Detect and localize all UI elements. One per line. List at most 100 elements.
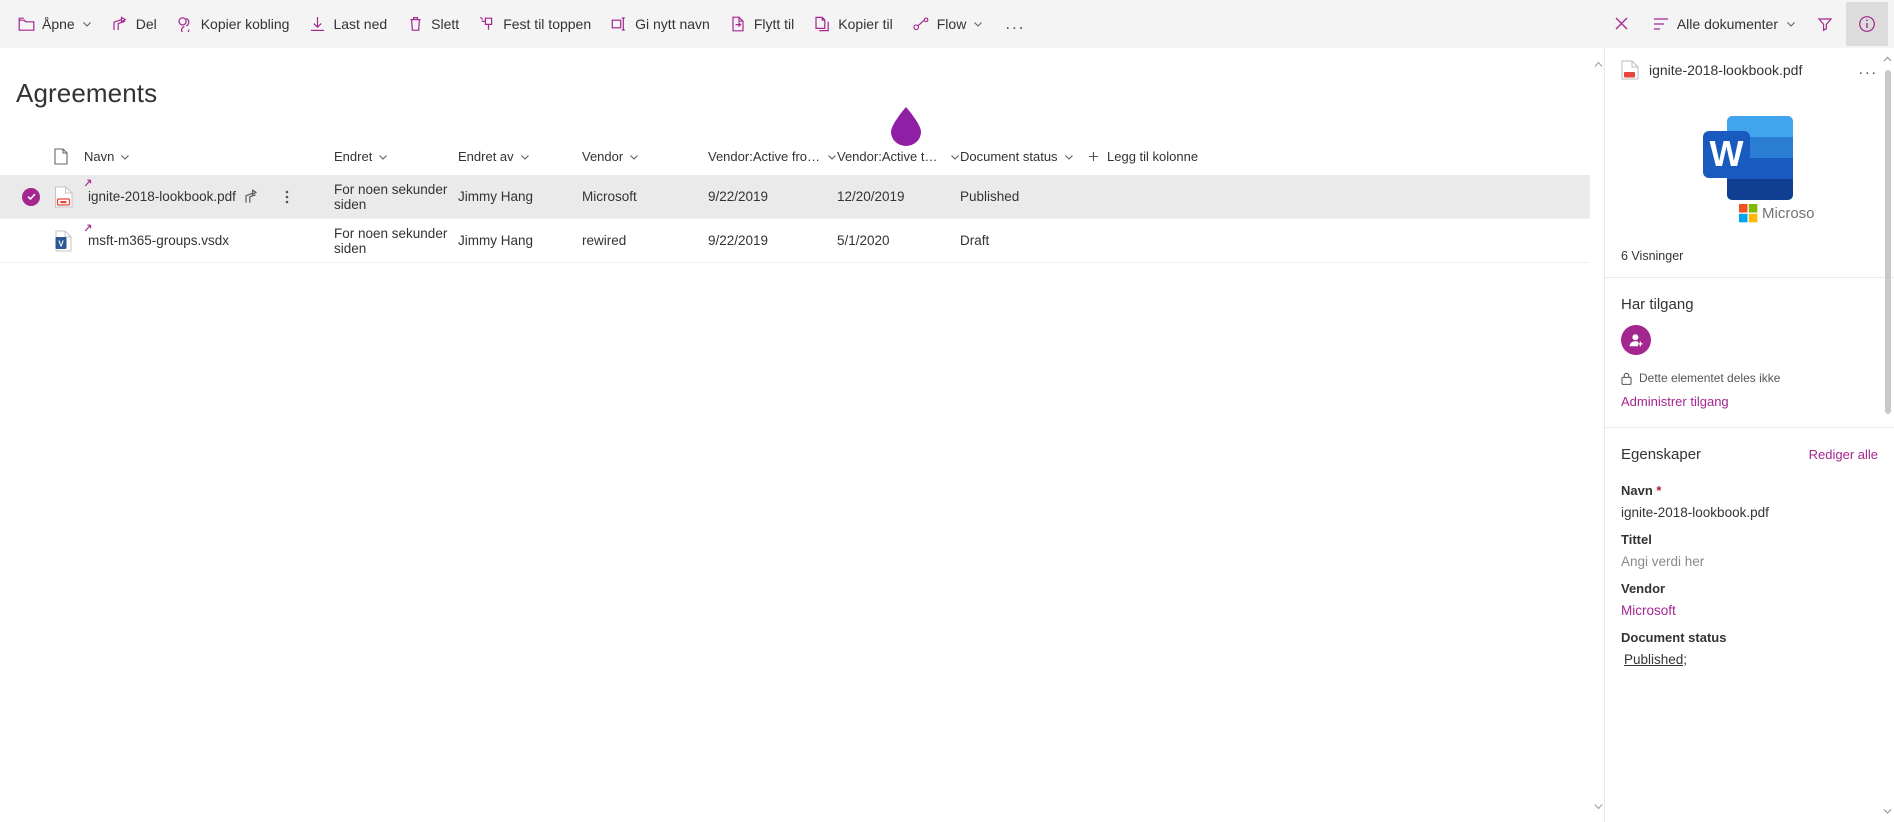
scroll-down-icon[interactable]	[1591, 798, 1605, 814]
property-value[interactable]: Published;	[1621, 645, 1878, 667]
property-navn: Navn * ignite-2018-lookbook.pdf	[1621, 471, 1878, 520]
chevron-down-icon	[1787, 21, 1795, 27]
command-label: Del	[135, 15, 157, 32]
list-scrollbar[interactable]	[1590, 48, 1604, 822]
column-header-active-from[interactable]: Vendor:Active from...	[708, 149, 837, 164]
word-document-icon: W Microsoft	[1685, 108, 1823, 233]
property-value[interactable]: Microsoft	[1621, 596, 1878, 618]
document-list-pane: Agreements Navn Endret Endret av Vendor …	[0, 48, 1590, 822]
close-button[interactable]	[1601, 2, 1643, 46]
chevron-down-icon	[974, 21, 983, 27]
column-header-name[interactable]: Navn	[84, 149, 334, 164]
table-header-row: Navn Endret Endret av Vendor Vendor:Acti…	[0, 139, 1590, 175]
sharepoint-document-library: Åpne Del Kopier kobling Last ned Slett Fest t…	[0, 0, 1894, 822]
list-scroll-track[interactable]	[1594, 70, 1602, 800]
column-header-modified[interactable]: Endret	[334, 149, 458, 164]
document-table: Navn Endret Endret av Vendor Vendor:Acti…	[0, 139, 1590, 263]
command-kopier-til[interactable]: Kopier til	[804, 4, 902, 44]
property-label: Document status	[1621, 630, 1878, 645]
trash-icon	[407, 15, 424, 32]
property-document-status: Document status Published;	[1621, 618, 1878, 667]
property-label-text: Vendor	[1621, 581, 1666, 596]
column-header-modified-by[interactable]: Endret av	[458, 149, 582, 164]
microsoft-wordmark: Microsoft	[1762, 205, 1815, 222]
details-scroll-up-icon[interactable]	[1881, 52, 1894, 66]
row-name-cell[interactable]: ignite-2018-lookbook.pdf	[84, 179, 334, 206]
pdf-file-icon	[55, 186, 73, 207]
row-select-checkbox[interactable]	[22, 232, 54, 250]
property-label-text: Tittel	[1621, 532, 1652, 547]
details-title: ignite-2018-lookbook.pdf	[1649, 62, 1803, 78]
properties-section: Egenskaper Rediger alle Navn * ignite-201…	[1605, 428, 1894, 667]
column-header-active-to[interactable]: Vendor:Active to D...	[837, 149, 960, 164]
details-scroll-thumb[interactable]	[1885, 70, 1891, 414]
edit-all-link[interactable]: Rediger alle	[1809, 447, 1878, 462]
manage-access-link[interactable]: Administrer tilgang	[1621, 385, 1729, 409]
command-label: Slett	[431, 15, 460, 32]
required-asterisk: *	[1656, 483, 1662, 498]
row-name-cell[interactable]: msft-m365-groups.vsdx	[84, 224, 334, 248]
pdf-file-icon	[1621, 60, 1639, 80]
column-header-modified-by-label: Endret av	[458, 149, 514, 164]
visio-file-icon: V	[55, 230, 72, 251]
new-item-flag-icon	[84, 179, 92, 186]
column-header-document-status-label: Document status	[960, 149, 1058, 164]
access-section: Har tilgang Dette elementet deles ikke A…	[1605, 278, 1894, 411]
command-label: Kopier til	[838, 15, 893, 32]
column-header-vendor[interactable]: Vendor	[582, 149, 708, 164]
property-value[interactable]: Angi verdi her	[1621, 547, 1878, 569]
row-status: Published	[960, 189, 1020, 204]
details-scrollbar[interactable]	[1881, 48, 1894, 822]
add-person-avatar[interactable]	[1621, 325, 1651, 355]
file-name-link[interactable]: ignite-2018-lookbook.pdf	[84, 189, 236, 204]
not-shared-status: Dette elementet deles ikke	[1621, 355, 1878, 385]
row-active-from: 9/22/2019	[708, 189, 769, 204]
views-count: 6 Visninger	[1621, 249, 1684, 263]
property-label: Tittel	[1621, 532, 1878, 547]
row-modified-by: Jimmy Hang	[458, 189, 534, 204]
command-fest-til-toppen[interactable]: Fest til toppen	[469, 4, 601, 44]
plus-icon	[1089, 152, 1098, 161]
command-slett[interactable]: Slett	[397, 4, 469, 44]
properties-list: Navn * ignite-2018-lookbook.pdf Tittel Angi…	[1621, 471, 1878, 667]
table-row[interactable]: Vmsft-m365-groups.vsdx For noen sekunder …	[0, 219, 1590, 263]
chevron-down-icon	[951, 154, 959, 160]
property-value[interactable]: ignite-2018-lookbook.pdf	[1621, 498, 1878, 520]
command-flytt-til[interactable]: Flytt til	[720, 4, 804, 44]
filter-button[interactable]	[1804, 2, 1846, 46]
overflow-commands-button[interactable]: ...	[993, 4, 1037, 44]
command-kopier-kobling[interactable]: Kopier kobling	[167, 4, 300, 44]
file-preview[interactable]: W Microsoft	[1605, 92, 1894, 239]
column-header-document-status[interactable]: Document status	[960, 149, 1088, 164]
link-icon	[177, 15, 194, 32]
properties-heading: Egenskaper	[1621, 446, 1702, 463]
info-icon	[1859, 15, 1875, 32]
view-selector[interactable]: Alle dokumenter	[1643, 4, 1804, 44]
row-vendor: rewired	[582, 233, 627, 248]
row-more-button[interactable]	[278, 188, 296, 206]
command-label: Flow	[936, 15, 967, 32]
file-type-header[interactable]	[54, 148, 84, 165]
command-del[interactable]: Del	[102, 4, 167, 44]
table-row[interactable]: ignite-2018-lookbook.pdf For noen sekunde…	[0, 175, 1590, 219]
row-modified: For noen sekunder siden	[334, 181, 448, 212]
command-last-ned[interactable]: Last ned	[299, 4, 397, 44]
row-select-checkbox[interactable]	[22, 187, 54, 206]
file-name-link[interactable]: msft-m365-groups.vsdx	[84, 233, 229, 248]
add-column-button[interactable]: Legg til kolonne	[1088, 149, 1198, 164]
property-label: Vendor	[1621, 581, 1878, 596]
details-scroll-down-icon[interactable]	[1881, 804, 1894, 818]
details-more-button[interactable]: ...	[1853, 61, 1884, 79]
row-share-button[interactable]	[244, 188, 262, 206]
command-label: Last ned	[333, 15, 388, 32]
chevron-down-icon	[1064, 154, 1073, 160]
property-tittel: Tittel Angi verdi her	[1621, 520, 1878, 569]
details-pane-button[interactable]	[1846, 1, 1888, 46]
row-active-to: 12/20/2019	[837, 189, 905, 204]
move-icon	[730, 15, 747, 32]
download-icon	[309, 15, 326, 32]
command-pne[interactable]: Åpne	[8, 4, 102, 44]
command-flow[interactable]: Flow	[903, 4, 994, 44]
command-gi-nytt-navn[interactable]: Gi nytt navn	[601, 4, 720, 44]
microsoft-logo-icon	[1738, 204, 1757, 223]
